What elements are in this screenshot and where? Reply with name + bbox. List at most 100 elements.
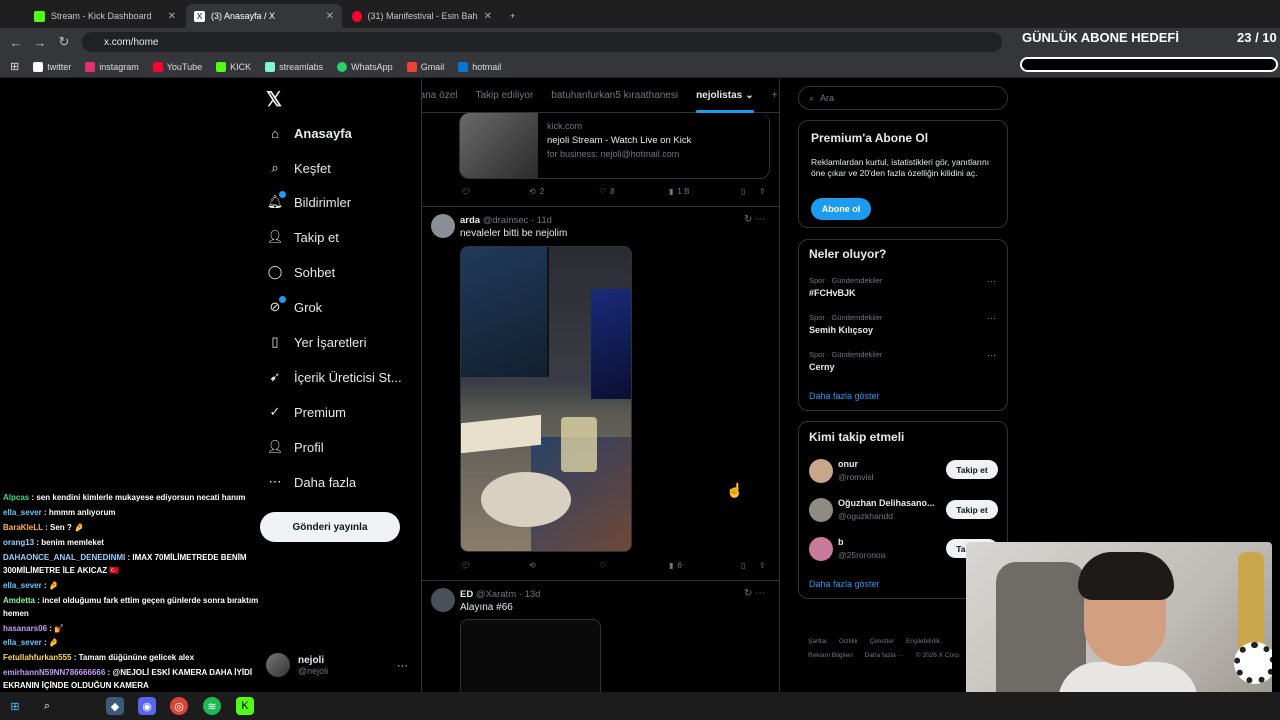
- trend-name[interactable]: Cerny: [809, 362, 835, 372]
- views-button[interactable]: ▮ 6: [669, 561, 682, 570]
- more-icon[interactable]: ↻ ⋯: [744, 214, 765, 225]
- chat-message: orang13 : benim memleket: [3, 536, 278, 549]
- views-button[interactable]: ▮ 1 B: [669, 187, 689, 196]
- trend-name[interactable]: Semih Kılıçsoy: [809, 325, 873, 335]
- share-icon[interactable]: ⇪: [759, 187, 766, 196]
- more-icon[interactable]: ↻ ⋯: [744, 588, 765, 599]
- tweet-time[interactable]: 13d: [525, 589, 541, 600]
- like-button[interactable]: ♡ 8: [599, 187, 615, 196]
- tab-kick-dashboard[interactable]: Stream - Kick Dashboard ✕: [26, 4, 184, 28]
- tweet-image[interactable]: [460, 619, 601, 692]
- sidebar-item-bookmarks[interactable]: ▯ Yer İşaretleri: [268, 330, 366, 354]
- discord-icon[interactable]: ◉: [138, 697, 156, 715]
- retweet-button[interactable]: ⟲ 2: [529, 187, 544, 196]
- search-icon[interactable]: ⌕: [38, 697, 56, 715]
- subscribe-button[interactable]: Abone ol: [811, 198, 871, 220]
- sidebar-item-premium[interactable]: ✓ Premium: [268, 400, 346, 424]
- more-icon[interactable]: ⋯: [987, 350, 996, 361]
- close-tab-icon[interactable]: ✕: [168, 11, 176, 22]
- trend-name[interactable]: #FCHvBJK: [809, 288, 856, 298]
- tab-following[interactable]: Takip ediliyor: [466, 79, 542, 113]
- avatar[interactable]: [809, 459, 833, 483]
- sidebar-item-notifications[interactable]: 🔔︎ Bildirimler: [267, 190, 351, 214]
- bookmark-whatsapp[interactable]: WhatsApp: [337, 61, 393, 72]
- suggested-user-name[interactable]: Oğuzhan Delihasano...: [838, 498, 935, 508]
- show-more-link[interactable]: Daha fazla göster: [809, 391, 880, 401]
- tweet-author-name[interactable]: ED: [460, 589, 473, 600]
- spotify-icon[interactable]: ≋: [203, 697, 221, 715]
- avatar[interactable]: [809, 498, 833, 522]
- footer-link-terms[interactable]: Şartlar: [808, 638, 827, 645]
- chrome-icon[interactable]: ◎: [170, 697, 188, 715]
- footer-link-accessibility[interactable]: Erişilebilirlik: [906, 638, 940, 645]
- reply-icon[interactable]: 💬︎: [461, 561, 471, 570]
- back-icon[interactable]: ←: [4, 35, 28, 50]
- address-bar[interactable]: x.com/home: [82, 32, 1002, 52]
- bookmark-label: WhatsApp: [351, 61, 393, 72]
- close-tab-icon[interactable]: ✕: [484, 11, 492, 22]
- tab-list-kiraathanesi[interactable]: batuhanfurkan5 kıraathanesi: [542, 79, 687, 113]
- sidebar-item-label: Grok: [294, 299, 323, 315]
- footer-link-more[interactable]: Daha fazla ···: [865, 652, 904, 659]
- reply-icon[interactable]: 💬︎: [461, 187, 471, 196]
- sidebar-item-creator-studio[interactable]: ➹ İçerik Üreticisi St...: [268, 365, 402, 389]
- sidebar-item-grok[interactable]: ⊘ Grok: [268, 295, 322, 319]
- bookmark-instagram[interactable]: instagram: [85, 61, 139, 72]
- gmail-icon: [406, 61, 417, 72]
- avatar[interactable]: [431, 588, 455, 612]
- bookmark-label: Gmail: [420, 61, 445, 72]
- new-tab-button[interactable]: +: [502, 4, 522, 28]
- tab-for-you[interactable]: Sana özel: [422, 79, 466, 113]
- share-icon[interactable]: ⇪: [759, 561, 766, 570]
- bookmark-icon[interactable]: ▯: [741, 561, 745, 570]
- tab-youtube[interactable]: (31) Manifestival - Esin Bahat İn ✕: [344, 4, 500, 28]
- bookmark-kick[interactable]: KICK: [216, 61, 251, 72]
- follow-button[interactable]: Takip et: [946, 500, 998, 519]
- views-icon: ▮: [669, 561, 674, 570]
- search-input[interactable]: ⌕ Ara: [798, 86, 1008, 110]
- bookmark-gmail[interactable]: Gmail: [406, 61, 445, 72]
- footer-link-cookies[interactable]: Çerezler: [870, 638, 895, 645]
- app-icon[interactable]: ◆: [106, 697, 124, 715]
- avatar[interactable]: [809, 537, 833, 561]
- follow-button[interactable]: Takip et: [946, 460, 998, 479]
- sidebar-item-home[interactable]: ⌂ Anasayfa: [268, 121, 352, 145]
- tab-nejolistas[interactable]: nejolistas ⌄: [687, 79, 763, 113]
- show-more-link[interactable]: Daha fazla göster: [809, 579, 880, 589]
- kick-icon[interactable]: K: [236, 697, 254, 715]
- retweet-icon[interactable]: ⟲: [529, 561, 536, 570]
- more-icon[interactable]: ⋯: [397, 659, 408, 672]
- sidebar-item-profile[interactable]: 👤︎ Profil: [267, 435, 324, 459]
- tweet-author-name[interactable]: arda: [460, 215, 480, 226]
- more-icon[interactable]: ⋯: [987, 313, 996, 324]
- sidebar-item-chat[interactable]: ◯ Sohbet: [268, 260, 335, 284]
- x-logo-icon[interactable]: 𝕏: [266, 87, 282, 112]
- suggested-user-name[interactable]: onur: [838, 459, 858, 469]
- forward-icon[interactable]: →: [28, 35, 52, 50]
- apps-grid-icon[interactable]: ⊞: [10, 60, 19, 73]
- more-icon[interactable]: ⋯: [987, 276, 996, 287]
- post-button[interactable]: Gönderi yayınla: [260, 512, 400, 542]
- sidebar-item-more[interactable]: ⋯ Daha fazla: [268, 470, 357, 494]
- bookmark-youtube[interactable]: YouTube: [152, 61, 202, 72]
- image-plate: [481, 472, 571, 527]
- sidebar-item-follow[interactable]: 👤︎ Takip et: [267, 225, 339, 249]
- tweet-image[interactable]: [460, 246, 632, 552]
- bookmark-streamlabs[interactable]: streamlabs: [265, 61, 323, 72]
- avatar[interactable]: [431, 214, 455, 238]
- suggested-user-name[interactable]: b: [838, 537, 844, 547]
- link-card[interactable]: kick.com nejoli Stream - Watch Live on K…: [459, 113, 770, 179]
- reload-icon[interactable]: ↻: [52, 34, 76, 50]
- sidebar-item-explore[interactable]: ⌕ Keşfet: [268, 156, 331, 180]
- tab-x-home[interactable]: X (3) Anasayfa / X ✕: [186, 4, 342, 28]
- windows-start-icon[interactable]: ⊞: [6, 697, 24, 715]
- footer-link-privacy[interactable]: Gizlilik: [839, 638, 858, 645]
- add-tab-button[interactable]: +: [763, 79, 779, 113]
- bookmark-hotmail[interactable]: hotmail: [458, 61, 501, 72]
- heart-icon[interactable]: ♡: [599, 561, 606, 570]
- footer-link-ads-info[interactable]: Reklam Bilgileri: [808, 652, 853, 659]
- bookmark-twitter[interactable]: twitter: [33, 61, 71, 72]
- bookmark-icon[interactable]: ▯: [741, 187, 745, 196]
- close-tab-icon[interactable]: ✕: [326, 11, 334, 22]
- tweet-time[interactable]: 11d: [537, 215, 552, 226]
